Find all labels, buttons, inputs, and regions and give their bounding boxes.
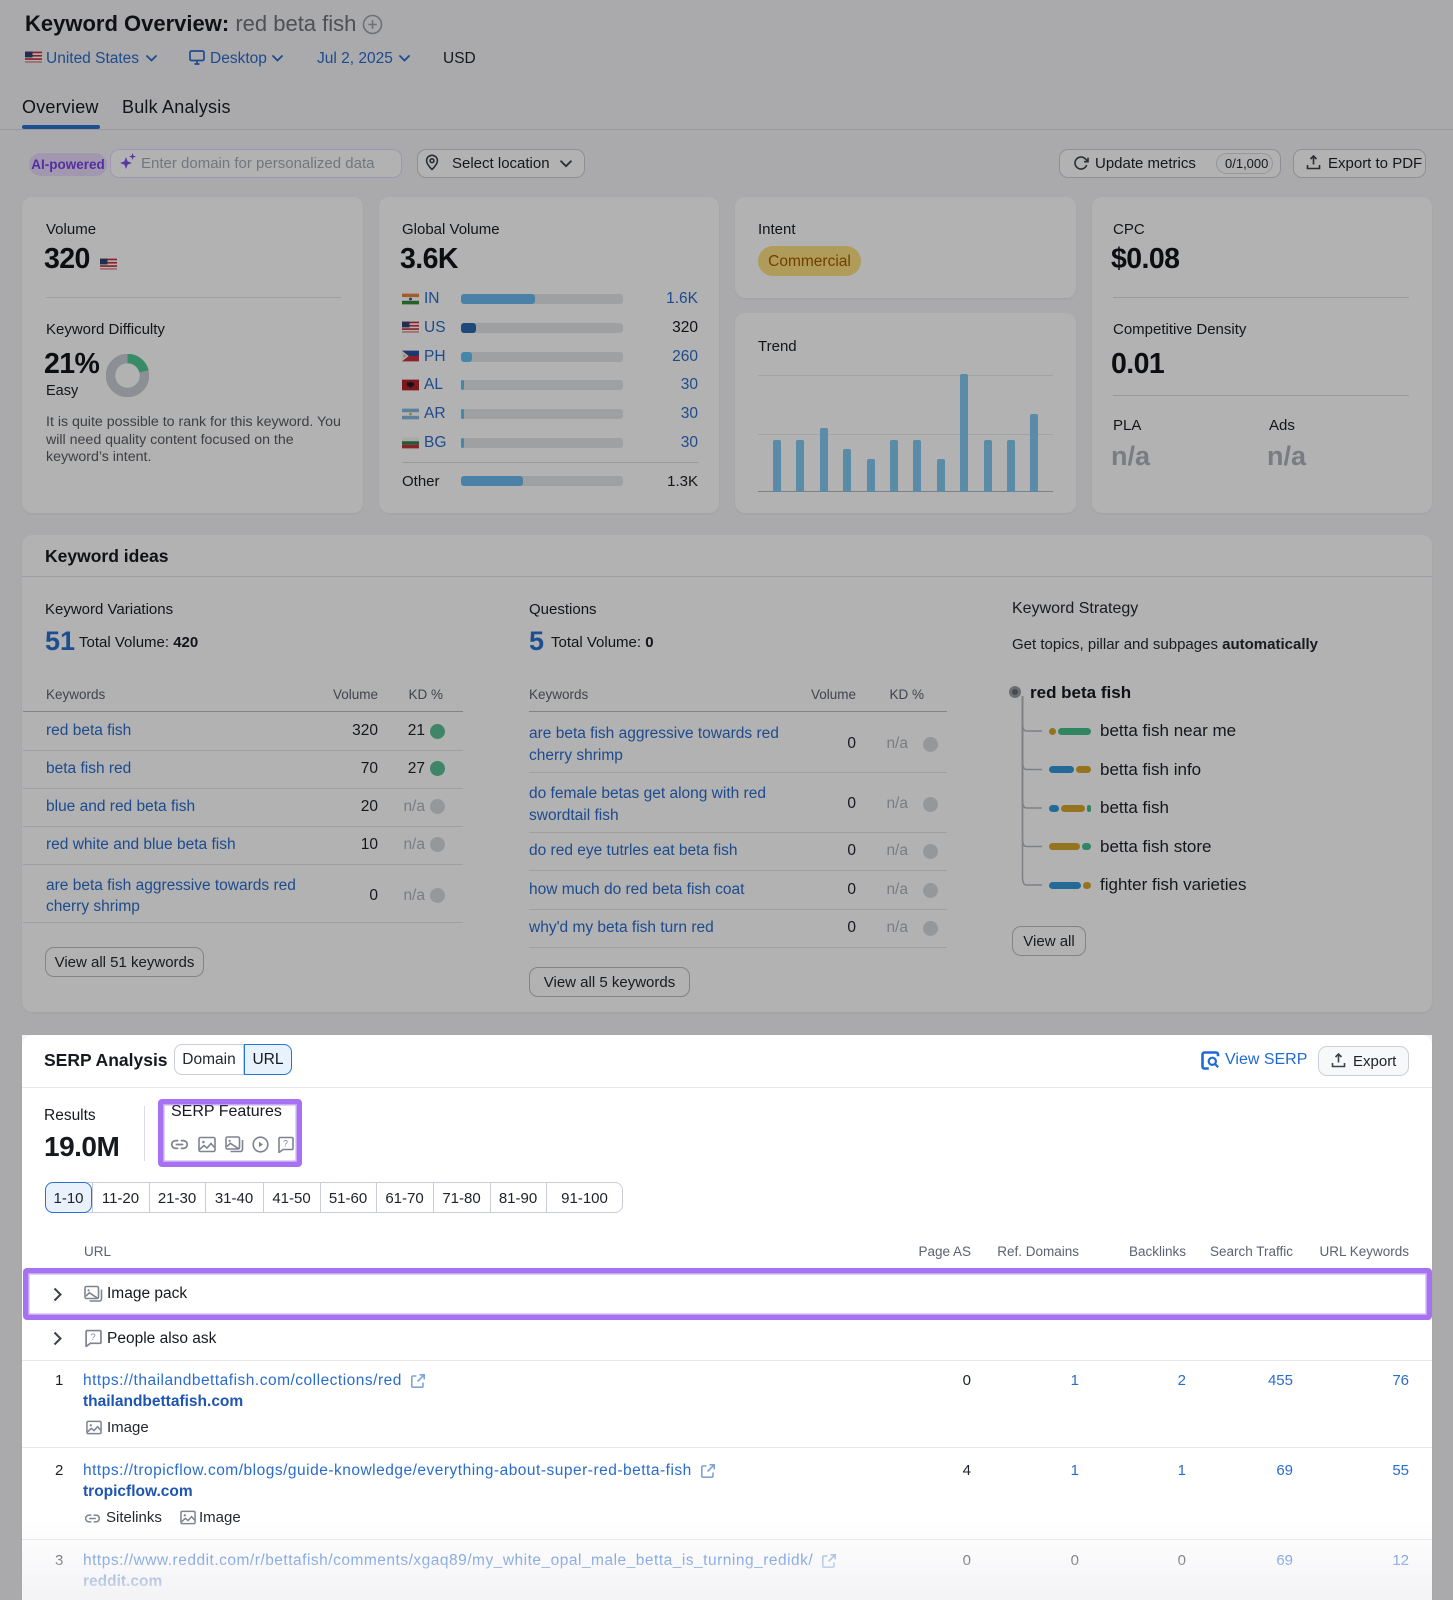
- svg-text:?: ?: [90, 1332, 95, 1343]
